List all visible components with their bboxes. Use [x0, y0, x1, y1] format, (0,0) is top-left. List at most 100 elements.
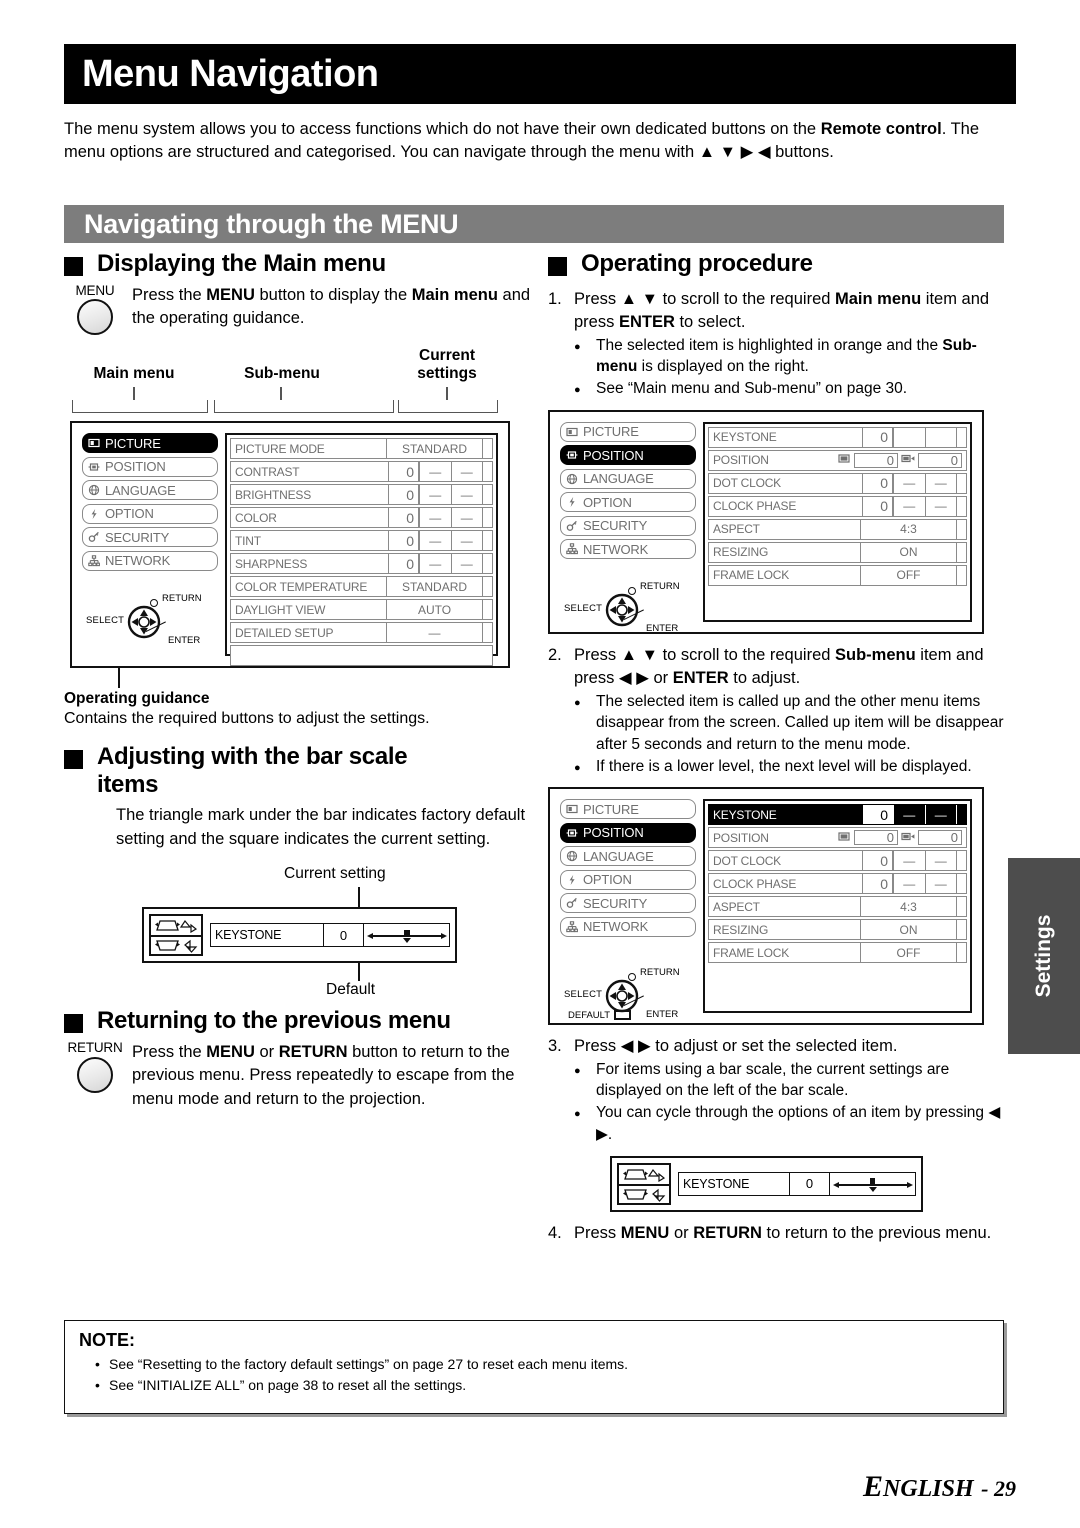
side-tab-settings: Settings — [1008, 858, 1080, 1054]
osd-submenu-row[interactable]: ASPECT 4:3 — [708, 518, 967, 540]
intro-text: The menu system allows you to access fun… — [64, 120, 980, 162]
osd-main-menu-item-picture[interactable]: PICTURE — [560, 799, 696, 820]
position-icon — [566, 449, 578, 461]
osd-main-menu-item-picture[interactable]: PICTURE — [82, 433, 218, 454]
osd-submenu-row[interactable]: DOT CLOCK 0— — — [708, 850, 967, 872]
osd-bar-right: — — [450, 531, 483, 551]
page-title: Menu Navigation — [82, 52, 379, 95]
step-number: 3. — [548, 1037, 562, 1056]
note-bullet-icon — [95, 1377, 109, 1393]
subheading-bar-scale: Adjusting with the bar scale items — [64, 743, 534, 799]
osd-main-menu-item-network[interactable]: NETWORK — [560, 916, 696, 937]
position-v-icon — [901, 831, 915, 845]
osd-submenu-row[interactable]: CLOCK PHASE 0— — — [708, 495, 967, 517]
menu-button-label: MENU — [75, 282, 115, 298]
keystone-value-left: 0 — [323, 924, 363, 947]
select-label: SELECT — [564, 988, 603, 1000]
osd-bar-right: — — [924, 851, 957, 871]
osd-submenu-row[interactable]: COLOR 0— — — [230, 507, 493, 529]
osd-main-menu-item-label: OPTION — [583, 872, 632, 888]
osd-main-menu-item-picture[interactable]: PICTURE — [560, 421, 696, 442]
step-text: Press ▲ ▼ to scroll to the required Sub-… — [574, 645, 984, 688]
osd-main-menu-item-label: LANGUAGE — [583, 471, 654, 487]
osd-main-menu-item-position[interactable]: POSITION — [82, 456, 218, 477]
osd-submenu-row[interactable]: DAYLIGHT VIEW AUTO — [230, 599, 493, 621]
callout-current-settings-line2: settings — [417, 365, 477, 383]
osd-submenu-row[interactable]: POSITION 0 0 — [708, 827, 967, 849]
position-v-icon — [901, 453, 915, 467]
osd-submenu-row-value: 0 — [862, 427, 892, 447]
osd-submenu-row[interactable]: FRAME LOCK OFF — [708, 942, 967, 964]
osd-bar-right: — — [450, 554, 483, 574]
osd-main-menu-item-network[interactable]: NETWORK — [560, 539, 696, 560]
osd-bar-right — [924, 427, 957, 447]
osd-submenu-row-name: TINT — [235, 533, 261, 548]
osd-submenu-row[interactable]: SHARPNESS 0— — — [230, 553, 493, 575]
operating-guidance-block: Operating guidance Contains the required… — [64, 690, 534, 730]
osd-main-menu-item-security[interactable]: SECURITY — [560, 893, 696, 914]
osd-main-menu-item-label: POSITION — [105, 459, 166, 475]
osd-submenu-row[interactable]: RESIZING ON — [708, 541, 967, 563]
osd-submenu-row[interactable]: POSITION 0 0 — [708, 449, 967, 471]
osd-main-menu-item-position[interactable]: POSITION — [560, 445, 696, 466]
osd-main-menu-item-option[interactable]: OPTION — [560, 492, 696, 513]
osd-submenu-row[interactable]: DETAILED SETUP — — [230, 622, 493, 644]
osd-submenu-row[interactable]: RESIZING ON — [708, 919, 967, 941]
osd-main-menu-item-language[interactable]: LANGUAGE — [560, 468, 696, 489]
step-number: 2. — [548, 645, 562, 664]
osd-submenu-row-value: 0 — [862, 473, 892, 493]
osd-main-menu-item-network[interactable]: NETWORK — [82, 550, 218, 571]
osd-submenu-row-barscale: — — — [418, 462, 482, 482]
manual-page: Menu Navigation The menu system allows y… — [0, 0, 1080, 1528]
osd-submenu-row-value: 0 — [862, 805, 892, 825]
osd-main-menu-item-label: LANGUAGE — [105, 482, 176, 498]
osd-submenu-row-name: KEYSTONE — [713, 430, 777, 445]
osd-submenu-row[interactable]: COLOR TEMPERATURE STANDARD — [230, 576, 493, 598]
osd-submenu-picture: PICTURE MODE STANDARD CONTRAST 0— — BRIGHTNES… — [225, 433, 498, 667]
step-line: 2. Press ▲ ▼ to scroll to the required Su… — [548, 644, 1016, 691]
osd-submenu-row[interactable]: CLOCK PHASE 0— — — [708, 873, 967, 895]
callout-current-settings-line1: Current — [419, 347, 475, 365]
return-label: RETURN — [162, 592, 202, 604]
osd-submenu-row-value: 0 — [388, 485, 418, 505]
callout-current-settings: Current settings — [392, 347, 502, 383]
default-key-label: DEFAULT — [568, 1009, 611, 1021]
osd-main-menu-item-option[interactable]: OPTION — [560, 869, 696, 890]
osd-submenu-row[interactable]: DOT CLOCK 0— — — [708, 472, 967, 494]
osd-main-menu-item-security[interactable]: SECURITY — [82, 527, 218, 548]
subheading-label: Displaying the Main menu — [97, 250, 386, 277]
osd-submenu-row[interactable]: FRAME LOCK OFF — [708, 564, 967, 586]
page-footer: ENGLISH - 29 — [863, 1470, 1016, 1504]
keystone-scale-right — [829, 1172, 915, 1195]
osd-submenu-row-name: POSITION — [713, 830, 769, 845]
osd-main-menu-item-label: OPTION — [105, 506, 154, 522]
osd-bar-left: — — [903, 876, 916, 891]
note-item: See “Resetting to the factory default se… — [79, 1356, 989, 1372]
osd-main-menu-item-option[interactable]: OPTION — [82, 503, 218, 524]
osd-submenu-row[interactable]: BRIGHTNESS 0— — — [230, 484, 493, 506]
diagram-callouts: Main menu Sub-menu Current settings — [64, 347, 534, 421]
osd-submenu-row[interactable]: KEYSTONE 0— — — [708, 804, 967, 826]
network-icon — [88, 555, 100, 567]
osd-submenu-row-barscale: — — — [892, 805, 956, 825]
keystone-scale-left — [363, 924, 449, 947]
osd-submenu-row[interactable]: KEYSTONE 0 — [708, 426, 967, 448]
procedure-step-2: 2. Press ▲ ▼ to scroll to the required Su… — [548, 644, 1016, 778]
osd-submenu-row[interactable]: PICTURE MODE STANDARD — [230, 438, 493, 460]
osd-main-menu-item-position[interactable]: POSITION — [560, 822, 696, 843]
osd-submenu-row-barscale: — — — [892, 851, 957, 871]
enter-label: ENTER — [168, 634, 201, 646]
osd-submenu-row[interactable]: TINT 0— — — [230, 530, 493, 552]
subheading-operating-procedure-label: Operating procedure — [581, 250, 813, 277]
osd-position-h-value: 0 — [854, 830, 898, 846]
osd-main-menu-item-language[interactable]: LANGUAGE — [82, 480, 218, 501]
step-line: 4. Press MENU or RETURN to return to the … — [548, 1222, 1016, 1245]
bar-scale-callout-bottom: Default — [64, 963, 534, 1003]
bullet-dot-icon — [574, 691, 596, 756]
osd-main-menu-item-security[interactable]: SECURITY — [560, 515, 696, 536]
keystone-bar-right: KEYSTONE 0 — [678, 1171, 916, 1196]
step-bullet-text: For items using a bar scale, the current… — [596, 1060, 950, 1100]
osd-submenu-row[interactable]: ASPECT 4:3 — [708, 896, 967, 918]
osd-main-menu-item-language[interactable]: LANGUAGE — [560, 846, 696, 867]
osd-submenu-row[interactable]: CONTRAST 0— — — [230, 461, 493, 483]
